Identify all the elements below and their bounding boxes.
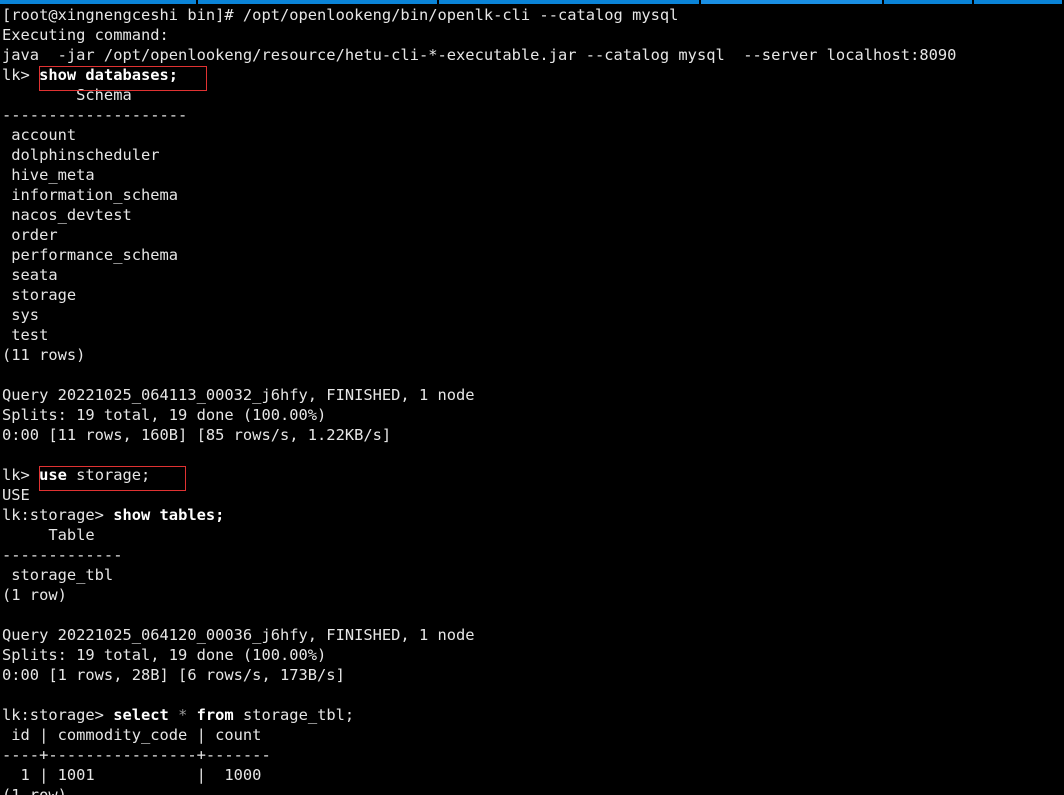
- terminal-command-line: lk:storage> show tables;: [0, 505, 1064, 525]
- terminal-output-line: java -jar /opt/openlookeng/resource/hetu…: [2, 46, 957, 64]
- terminal-output-line: Executing command:: [2, 26, 169, 44]
- terminal-output-line: nacos_devtest: [2, 206, 132, 224]
- browser-tab-5[interactable]: [884, 0, 973, 4]
- terminal-output-line: Splits: 19 total, 19 done (100.00%): [2, 406, 327, 424]
- browser-tab-4[interactable]: [700, 0, 883, 4]
- terminal-output-line: 0:00 [11 rows, 160B] [85 rows/s, 1.22KB/…: [2, 426, 392, 444]
- browser-tab-1[interactable]: [0, 0, 196, 4]
- terminal-output-line: [root@xingnengceshi bin]# /opt/openlooke…: [2, 6, 679, 24]
- terminal-output-line: Query 20221025_064113_00032_j6hfy, FINIS…: [2, 386, 475, 404]
- terminal-output-line: storage_tbl: [2, 566, 114, 584]
- terminal-output-line: ----+----------------+-------: [2, 746, 271, 764]
- terminal-command-arg: storage_tbl;: [233, 706, 355, 724]
- terminal-prompt: lk:storage>: [2, 706, 114, 724]
- terminal-output-area[interactable]: [root@xingnengceshi bin]# /opt/openlooke…: [0, 5, 1064, 795]
- terminal-keyword: from: [196, 706, 234, 724]
- terminal-keyword: show databases;: [39, 66, 179, 84]
- terminal-output-line: Splits: 19 total, 19 done (100.00%): [2, 646, 327, 664]
- terminal-output-line: Query 20221025_064120_00036_j6hfy, FINIS…: [2, 626, 475, 644]
- terminal-prompt: lk>: [2, 66, 40, 84]
- terminal-wildcard: *: [168, 706, 197, 724]
- terminal-output-line: Schema: [2, 86, 132, 104]
- terminal-output-line: (1 row): [2, 586, 67, 604]
- terminal-output-line: account: [2, 126, 77, 144]
- terminal-output-line: --------------------: [2, 106, 188, 124]
- terminal-prompt: lk>: [2, 466, 40, 484]
- terminal-output-line: Table: [2, 526, 95, 544]
- terminal-command-line: lk> use storage;: [0, 465, 1064, 485]
- terminal-output-line: dolphinscheduler: [2, 146, 160, 164]
- terminal-command-arg: storage;: [66, 466, 151, 484]
- terminal-output-line: information_schema: [2, 186, 179, 204]
- terminal-output-line: seata: [2, 266, 58, 284]
- terminal-output-line: 1 | 1001 | 1000: [2, 766, 262, 784]
- terminal-output-line: id | commodity_code | count: [2, 726, 262, 744]
- browser-tab-3[interactable]: [439, 0, 699, 4]
- terminal-keyword: select: [113, 706, 169, 724]
- terminal-output-line: -------------: [2, 546, 123, 564]
- terminal-output-line: performance_schema: [2, 246, 179, 264]
- terminal-output-line: sys: [2, 306, 40, 324]
- terminal-output-line: test: [2, 326, 49, 344]
- terminal-output-line: storage: [2, 286, 77, 304]
- terminal-command-line: lk:storage> select * from storage_tbl;: [0, 705, 1064, 725]
- terminal-keyword: show tables;: [113, 506, 225, 524]
- terminal-output-line: 0:00 [1 rows, 28B] [6 rows/s, 173B/s]: [2, 666, 345, 684]
- terminal-output-line: (1 row): [2, 786, 67, 795]
- terminal-prompt: lk:storage>: [2, 506, 114, 524]
- terminal-output-line: (11 rows): [2, 346, 86, 364]
- terminal-output-line: USE: [2, 486, 30, 504]
- terminal-output-line: order: [2, 226, 58, 244]
- terminal-command-line: lk> show databases;: [0, 65, 1064, 85]
- terminal-keyword: use: [39, 466, 67, 484]
- browser-tab-6[interactable]: [974, 0, 1062, 4]
- terminal-output-line: hive_meta: [2, 166, 95, 184]
- browser-tab-2[interactable]: [197, 0, 438, 4]
